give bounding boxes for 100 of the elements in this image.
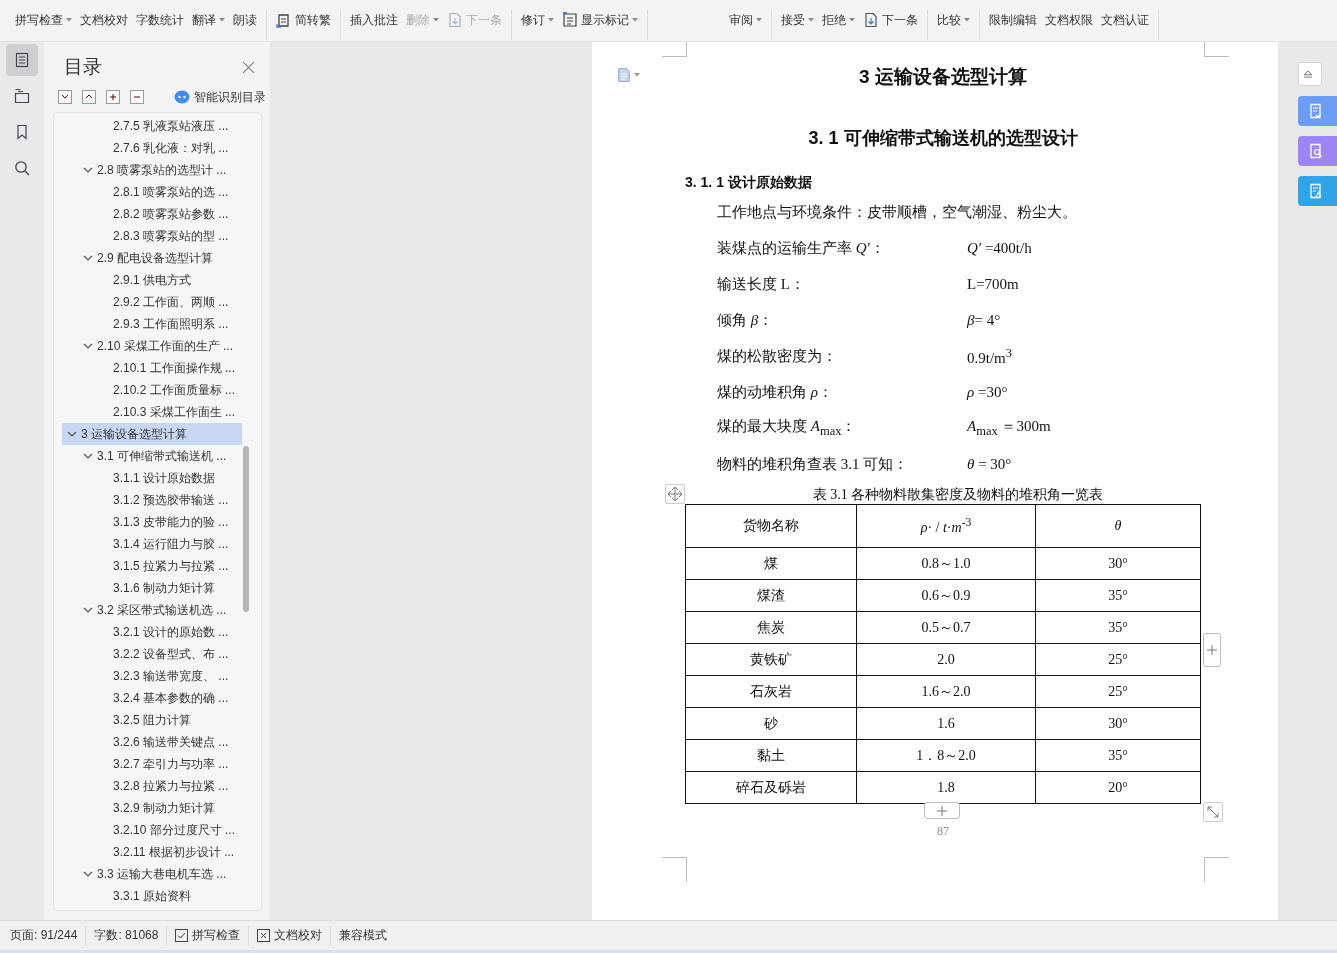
toolbar-button[interactable]: 字数统计 (133, 10, 187, 30)
next-item-icon (447, 12, 463, 28)
toolbar-button[interactable]: 文档认证 (1098, 10, 1152, 30)
toolbar-button[interactable]: 比较 (934, 10, 973, 30)
toolbar-button[interactable]: 接受 (778, 10, 817, 30)
outline-item[interactable]: 3.2.8 拉紧力与拉紧 ... (62, 775, 242, 797)
collapse-all-icon[interactable] (58, 90, 72, 104)
outline-item[interactable]: 3.2.9 制动力矩计算 (62, 797, 242, 819)
robot-icon (174, 90, 190, 104)
outline-item[interactable]: 2.9 配电设备选型计算 (62, 247, 242, 269)
outline-item[interactable]: 3.1.5 拉紧力与拉紧 ... (62, 555, 242, 577)
table-cell: 0.5～0.7 (856, 611, 1036, 644)
outline-item[interactable]: 2.10.3 采煤工作面生 ... (62, 401, 242, 423)
outline-item[interactable]: 2.10.1 工作面操作规 ... (62, 357, 242, 379)
outline-item[interactable]: 2.8.3 喷雾泵站的型 ... (62, 225, 242, 247)
status-item[interactable]: 拼写检查 (167, 925, 250, 946)
scrollbar[interactable] (243, 446, 249, 612)
toolbar-button[interactable]: 插入批注 (347, 10, 401, 30)
caret-icon (634, 73, 640, 77)
outline-item[interactable]: 3 运输设备选型计算 (62, 423, 242, 445)
outline-item[interactable]: 3.1.6 制动力矩计算 (62, 577, 242, 599)
outline-item[interactable]: 3.2.4 基本参数的确 ... (62, 687, 242, 709)
outline-item[interactable]: 3.2.6 输送带关键点 ... (62, 731, 242, 753)
outline-item[interactable]: 3.1.2 预选胶带输送 ... (62, 489, 242, 511)
status-item[interactable]: 兼容模式 (331, 925, 396, 946)
outline-item[interactable]: 2.8.2 喷雾泵站参数 ... (62, 203, 242, 225)
toolbar-button[interactable]: 拼写检查 (12, 10, 75, 30)
outline-item[interactable]: 2.7.6 乳化液：对乳 ... (62, 137, 242, 159)
markup-icon (562, 12, 578, 28)
outline-item[interactable]: 2.10 采煤工作面的生产 ... (62, 335, 242, 357)
table-cell: 0.8～1.0 (856, 547, 1036, 580)
plus-icon[interactable] (106, 90, 120, 104)
outline-item[interactable]: 2.9.2 工作面、两顺 ... (62, 291, 242, 313)
subsection-heading: 3. 1. 1 设计原始数据 (685, 174, 813, 192)
toolbar-button[interactable]: 修订 (518, 10, 557, 30)
toolbar-button[interactable]: 朗读 (230, 10, 260, 30)
table-cell: 1.6～2.0 (856, 675, 1036, 708)
outline-item[interactable]: 3.2.11 根据初步设计 ... (62, 841, 242, 863)
side-tool-button[interactable] (1298, 62, 1322, 86)
toolbar-button[interactable]: 审阅 (726, 10, 765, 30)
outline-item[interactable]: 2.8.1 喷雾泵站的选 ... (62, 181, 242, 203)
outline-item[interactable]: 3.1 可伸缩带式输送机 ... (62, 445, 242, 467)
toolbar-button[interactable]: 文档校对 (77, 10, 131, 30)
outline-item[interactable]: 3.1.4 运行阻力与胶 ... (62, 533, 242, 555)
outline-item[interactable]: 2.9.1 供电方式 (62, 269, 242, 291)
status-item[interactable]: 页面: 91/244 (2, 925, 87, 946)
outline-item[interactable]: 2.7.5 乳液泵站液压 ... (62, 115, 242, 137)
outline-item[interactable]: 3.2.5 阻力计算 (62, 709, 242, 731)
outline-item[interactable]: 3.2.7 牵引力与功率 ... (62, 753, 242, 775)
toolbar-button[interactable]: 限制编辑 (986, 10, 1040, 30)
outline-item[interactable]: 2.8 喷雾泵站的选型计 ... (62, 159, 242, 181)
toolbar-button[interactable]: 简转繁 (273, 10, 334, 30)
status-item[interactable]: 文档校对 (249, 925, 332, 946)
table-cell: 0.6～0.9 (856, 579, 1036, 612)
document-menu-button[interactable] (618, 68, 640, 82)
table-cell: 黏土 (685, 739, 857, 772)
outline-item[interactable]: 3.1.1 设计原始数据 (62, 467, 242, 489)
table-cell: 35° (1035, 739, 1201, 772)
smart-toc-button[interactable]: 智能识别目录 (174, 88, 266, 106)
table-cell: 30° (1035, 547, 1201, 580)
parameter-value: ρ =30° (967, 383, 1008, 401)
parameter-value: Q′ =400t/h (967, 239, 1032, 257)
outline-icon (13, 51, 31, 69)
toolbar-button[interactable]: 文档权限 (1042, 10, 1096, 30)
outline-item[interactable]: 3.2.2 设备型式、布 ... (62, 643, 242, 665)
toolbar-button[interactable]: 显示标记 (559, 10, 641, 30)
parameter-value: A$_{max}$ ＝300m (967, 417, 1051, 439)
outline-item[interactable]: 3.2.10 部分过度尺寸 ... (62, 819, 242, 841)
outline-item[interactable]: 3.3 运输大巷电机车选 ... (62, 863, 242, 885)
checkbox-icon (175, 929, 189, 942)
move-icon[interactable] (667, 486, 683, 502)
outline-item[interactable]: 3.1.3 皮带能力的验 ... (62, 511, 242, 533)
table-cell: 1.6 (856, 707, 1036, 740)
sidebar-tab[interactable] (6, 44, 38, 76)
parameter-label: 煤的动堆积角 ρ： (717, 382, 834, 402)
table-cell: 碎石及砾岩 (685, 771, 857, 804)
side-tool-button[interactable] (1298, 96, 1337, 126)
outline-item[interactable]: 2.9.3 工作面照明系 ... (62, 313, 242, 335)
outline-item[interactable]: 3.2 采区带式输送机选 ... (62, 599, 242, 621)
chapter-heading: 3 运输设备选型计算 (858, 65, 1028, 89)
status-item[interactable]: 字数: 81068 (86, 925, 168, 946)
toolbar-button[interactable]: 拒绝 (819, 10, 858, 30)
minus-icon[interactable] (130, 90, 144, 104)
outline-item[interactable]: 2.10.2 工作面质量标 ... (62, 379, 242, 401)
search-icon (13, 159, 31, 177)
toolbar-button[interactable]: 下一条 (860, 10, 921, 30)
side-tool-button[interactable] (1298, 176, 1337, 206)
table-cell: 2.0 (856, 643, 1036, 676)
crop-mark (1204, 857, 1229, 882)
section-heading: 3. 1 可伸缩带式输送机的选型设计 (807, 127, 1079, 150)
outline-item[interactable]: 3.2.3 输送带宽度、 ... (62, 665, 242, 687)
outline-item[interactable]: 3.3.1 原始资料 (62, 885, 242, 907)
resize-icon[interactable] (1205, 804, 1221, 820)
expand-up-icon[interactable] (82, 90, 96, 104)
column-header: ρ· / t·m$^{-3}$ (856, 504, 1036, 548)
parameter-label: 工作地点与环境条件：皮带顺槽，空气潮湿、粉尘大。 (717, 202, 1077, 222)
side-tool-button[interactable] (1298, 136, 1337, 166)
outline-item[interactable]: 3.2.1 设计的原始数 ... (62, 621, 242, 643)
toolbar-button[interactable]: 翻译 (189, 10, 228, 30)
column-header: θ (1035, 504, 1201, 548)
